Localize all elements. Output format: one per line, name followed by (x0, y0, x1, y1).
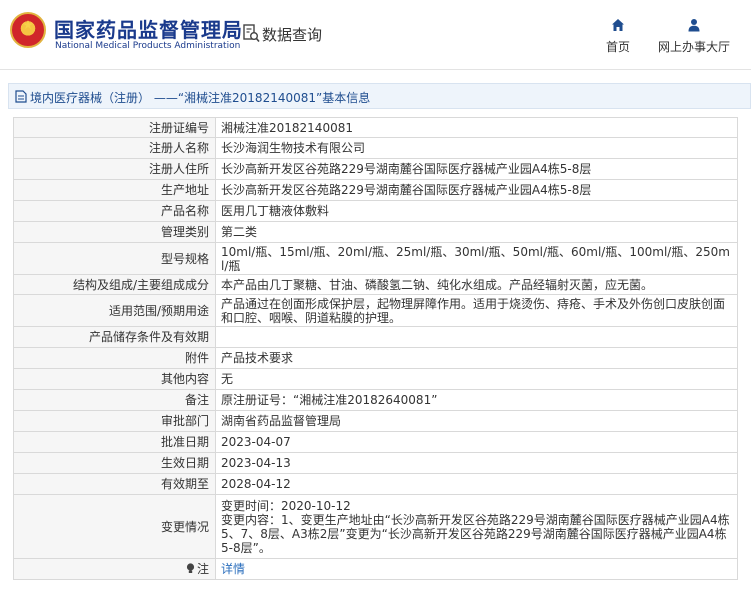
row-value: 长沙高新开发区谷苑路229号湖南麓谷国际医疗器械产业园A4栋5-8层 (215, 179, 738, 201)
row-label: 备注 (13, 389, 216, 411)
table-row: 产品名称 医用几丁糖液体敷料 (13, 200, 738, 222)
row-label: 附件 (13, 347, 216, 369)
table-row: 生效日期 2023-04-13 (13, 452, 738, 474)
table-row: 其他内容 无 (13, 368, 738, 390)
table-row: 批准日期 2023-04-07 (13, 431, 738, 453)
note-value-cell: 详情 (215, 558, 738, 580)
table-row: 型号规格 10ml/瓶、15ml/瓶、20ml/瓶、25ml/瓶、30ml/瓶、… (13, 242, 738, 275)
change-history-value: 变更时间：2020-10-12 变更内容：1、变更生产地址由“长沙高新开发区谷苑… (215, 494, 738, 559)
table-row: 审批部门 湖南省药品监督管理局 (13, 410, 738, 432)
site-logo-subtitle: National Medical Products Administration (55, 41, 241, 51)
row-value: 10ml/瓶、15ml/瓶、20ml/瓶、25ml/瓶、30ml/瓶、50ml/… (215, 242, 738, 275)
note-label: 注 (196, 562, 209, 576)
row-value (215, 326, 738, 348)
site-logo-title: 国家药品监督管理局 (54, 18, 243, 42)
table-row: 管理类别 第二类 (13, 221, 738, 243)
row-label: 其他内容 (13, 368, 216, 390)
row-value: 产品技术要求 (215, 347, 738, 369)
data-query-title: 数据查询 (262, 26, 323, 44)
row-label: 产品名称 (13, 200, 216, 222)
row-label: 审批部门 (13, 410, 216, 432)
note-label-cell: 注 (13, 558, 216, 580)
row-label: 生产地址 (13, 179, 216, 201)
row-value: 2028-04-12 (215, 473, 738, 495)
breadcrumb-text: 境内医疗器械（注册） ——“湘械注准20182140081”基本信息 (30, 91, 371, 105)
row-value: 产品通过在创面形成保护层，起物理屏障作用。适用于烧烫伤、痔疮、手术及外伤创口皮肤… (215, 294, 738, 327)
lightbulb-icon (186, 563, 195, 573)
row-label: 适用范围/预期用途 (13, 294, 216, 327)
national-emblem-logo (10, 12, 46, 48)
document-icon (15, 90, 27, 103)
table-row: 附件 产品技术要求 (13, 347, 738, 369)
row-label: 注册人住所 (13, 158, 216, 180)
row-value: 原注册证号：“湘械注准20182640081” (215, 389, 738, 411)
table-row: 生产地址 长沙高新开发区谷苑路229号湖南麓谷国际医疗器械产业园A4栋5-8层 (13, 179, 738, 201)
home-icon (612, 19, 624, 31)
user-icon (688, 19, 700, 32)
row-value: 医用几丁糖液体敷料 (215, 200, 738, 222)
row-label: 有效期至 (13, 473, 216, 495)
row-label: 注册证编号 (13, 117, 216, 138)
nav-home[interactable]: 首页 (598, 18, 638, 58)
table-row: 结构及组成/主要组成成分 本产品由几丁聚糖、甘油、磷酸氢二钠、纯化水组成。产品经… (13, 274, 738, 295)
nav-home-label: 首页 (605, 40, 630, 54)
table-row: 注册证编号 湘械注准20182140081 (13, 117, 738, 138)
row-value: 第二类 (215, 221, 738, 243)
row-value: 无 (215, 368, 738, 390)
breadcrumb: 境内医疗器械（注册） ——“湘械注准20182140081”基本信息 (8, 83, 751, 109)
table-row: 变更情况 变更时间：2020-10-12 变更内容：1、变更生产地址由“长沙高新… (13, 494, 738, 559)
table-row: 注 详情 (13, 558, 738, 580)
data-query-icon (243, 24, 260, 43)
site-header: 国家药品监督管理局 National Medical Products Admi… (0, 0, 751, 70)
row-label: 生效日期 (13, 452, 216, 474)
details-link[interactable]: 详情 (221, 562, 245, 576)
row-label: 注册人名称 (13, 137, 216, 159)
device-info-table: 注册证编号 湘械注准20182140081 注册人名称 长沙海润生物技术有限公司… (13, 117, 738, 580)
row-label: 产品储存条件及有效期 (13, 326, 216, 348)
row-value: 2023-04-07 (215, 431, 738, 453)
row-label: 型号规格 (13, 242, 216, 275)
row-value: 湘械注准20182140081 (215, 117, 738, 138)
table-row: 注册人住所 长沙高新开发区谷苑路229号湖南麓谷国际医疗器械产业园A4栋5-8层 (13, 158, 738, 180)
row-label: 变更情况 (13, 494, 216, 559)
row-value: 本产品由几丁聚糖、甘油、磷酸氢二钠、纯化水组成。产品经辐射灭菌，应无菌。 (215, 274, 738, 295)
row-value: 湖南省药品监督管理局 (215, 410, 738, 432)
table-row: 备注 原注册证号：“湘械注准20182640081” (13, 389, 738, 411)
nav-online-service-hall[interactable]: 网上办事大厅 (652, 18, 736, 58)
table-row: 有效期至 2028-04-12 (13, 473, 738, 495)
row-value: 长沙高新开发区谷苑路229号湖南麓谷国际医疗器械产业园A4栋5-8层 (215, 158, 738, 180)
table-row: 适用范围/预期用途 产品通过在创面形成保护层，起物理屏障作用。适用于烧烫伤、痔疮… (13, 294, 738, 327)
row-value: 长沙海润生物技术有限公司 (215, 137, 738, 159)
row-label: 批准日期 (13, 431, 216, 453)
table-row: 注册人名称 长沙海润生物技术有限公司 (13, 137, 738, 159)
table-row: 产品储存条件及有效期 (13, 326, 738, 348)
row-value: 2023-04-13 (215, 452, 738, 474)
row-label: 结构及组成/主要组成成分 (13, 274, 216, 295)
nav-online-service-hall-label: 网上办事大厅 (657, 40, 730, 54)
row-label: 管理类别 (13, 221, 216, 243)
